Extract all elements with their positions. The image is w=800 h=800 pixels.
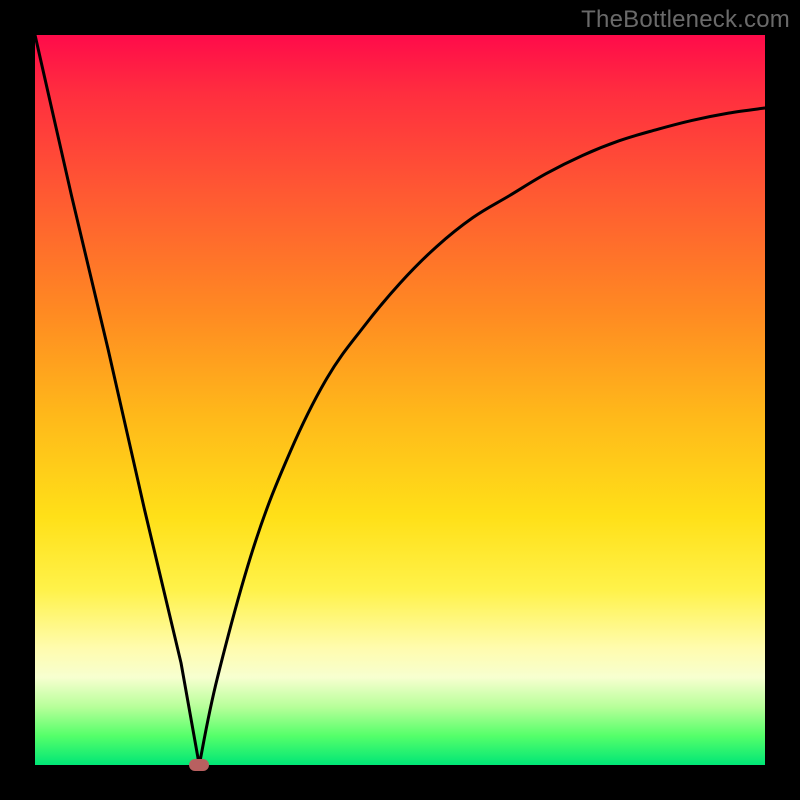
plot-area <box>35 35 765 765</box>
optimal-marker <box>189 759 209 771</box>
chart-frame: TheBottleneck.com <box>0 0 800 800</box>
attribution-text: TheBottleneck.com <box>581 6 790 34</box>
bottleneck-curve <box>35 35 765 765</box>
